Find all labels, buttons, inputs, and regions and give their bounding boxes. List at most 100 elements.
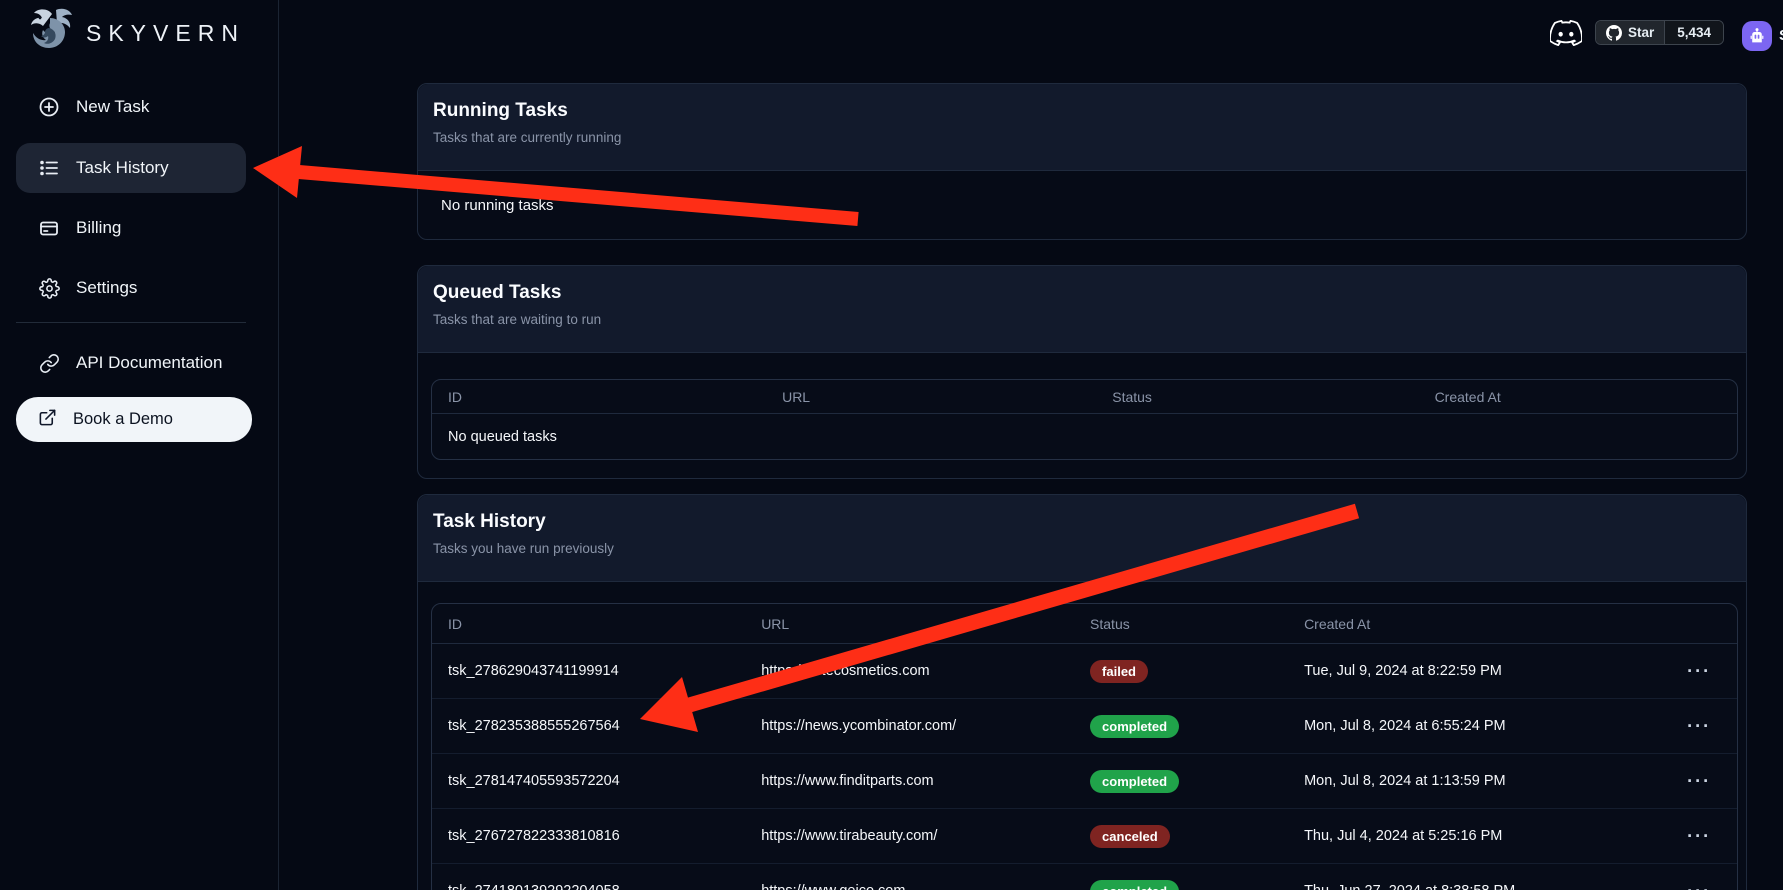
task-url-cell: https://news.ycombinator.com/ (745, 718, 1074, 734)
ellipsis-icon: ··· (1687, 881, 1711, 890)
sidebar-divider (16, 322, 246, 323)
list-icon (38, 157, 60, 179)
status-badge: failed (1090, 660, 1148, 683)
task-history-rows: tsk_278629043741199914 https://tartecosm… (432, 644, 1737, 890)
column-header-url: URL (766, 389, 1096, 405)
task-history-header: Task History Tasks you have run previous… (418, 495, 1746, 582)
status-cell: completed (1074, 880, 1288, 890)
running-tasks-header: Running Tasks Tasks that are currently r… (418, 84, 1746, 171)
task-id-cell: tsk_278147405593572204 (432, 773, 745, 789)
task-url-cell: https://www.geico.com (745, 883, 1074, 890)
queued-tasks-card: Queued Tasks Tasks that are waiting to r… (417, 265, 1747, 479)
sidebar-item-label: New Task (76, 97, 149, 117)
row-actions-button[interactable]: ··· (1661, 661, 1737, 682)
discord-icon[interactable] (1550, 20, 1582, 46)
queued-tasks-header: Queued Tasks Tasks that are waiting to r… (418, 266, 1746, 353)
running-tasks-card: Running Tasks Tasks that are currently r… (417, 83, 1747, 240)
status-cell: canceled (1074, 825, 1288, 848)
column-header-created-at: Created At (1419, 389, 1737, 405)
user-label: S (1779, 27, 1783, 44)
gear-icon (38, 277, 60, 299)
table-row[interactable]: tsk_274180139292204058 https://www.geico… (432, 864, 1737, 890)
column-header-created-at: Created At (1288, 616, 1661, 632)
card-subtitle: Tasks you have run previously (433, 541, 1746, 556)
skyvern-logo[interactable]: SKYVERN (26, 6, 245, 61)
sidebar-item-billing[interactable]: Billing (16, 203, 246, 253)
ellipsis-icon: ··· (1687, 716, 1711, 737)
column-header-status: Status (1074, 616, 1288, 632)
status-badge: completed (1090, 715, 1179, 738)
created-at-cell: Tue, Jul 9, 2024 at 8:22:59 PM (1288, 663, 1661, 679)
task-id-cell: tsk_278235388555267564 (432, 718, 745, 734)
status-badge: completed (1090, 770, 1179, 793)
created-at-cell: Thu, Jun 27, 2024 at 8:38:58 PM (1288, 883, 1661, 890)
status-badge: canceled (1090, 825, 1170, 848)
status-cell: completed (1074, 715, 1288, 738)
user-avatar[interactable] (1742, 21, 1772, 51)
table-row[interactable]: tsk_276727822333810816 https://www.tirab… (432, 809, 1737, 864)
status-cell: failed (1074, 660, 1288, 683)
skyvern-app: SKYVERN New Task Task History (0, 0, 1783, 890)
row-actions-button[interactable]: ··· (1661, 716, 1737, 737)
sidebar-item-new-task[interactable]: New Task (16, 82, 246, 132)
sidebar-item-task-history[interactable]: Task History (16, 143, 246, 193)
task-history-card: Task History Tasks you have run previous… (417, 494, 1747, 890)
task-history-table: ID URL Status Created At tsk_27862904374… (431, 603, 1738, 890)
ellipsis-icon: ··· (1687, 826, 1711, 847)
github-star-segment[interactable]: Star (1596, 21, 1664, 44)
credit-card-icon (38, 217, 60, 239)
row-actions-button[interactable]: ··· (1661, 826, 1737, 847)
table-header-row: ID URL Status Created At (432, 604, 1737, 644)
github-star-button[interactable]: Star 5,434 (1595, 20, 1724, 45)
dragon-logo-icon (26, 6, 74, 61)
robot-avatar-icon (1748, 27, 1766, 45)
task-url-cell: https://www.finditparts.com (745, 773, 1074, 789)
column-header-url: URL (745, 616, 1074, 632)
sidebar-item-api-documentation[interactable]: API Documentation (16, 338, 246, 388)
task-id-cell: tsk_276727822333810816 (432, 828, 745, 844)
sidebar-item-label: Task History (76, 158, 169, 178)
table-row[interactable]: tsk_278147405593572204 https://www.findi… (432, 754, 1737, 809)
task-id-cell: tsk_274180139292204058 (432, 883, 745, 890)
row-actions-button[interactable]: ··· (1661, 881, 1737, 890)
column-header-id: ID (432, 389, 766, 405)
queued-tasks-table: ID URL Status Created At No queued tasks (431, 379, 1738, 460)
link-icon (38, 352, 60, 374)
row-actions-button[interactable]: ··· (1661, 771, 1737, 792)
created-at-cell: Mon, Jul 8, 2024 at 6:55:24 PM (1288, 718, 1661, 734)
plus-circle-icon (38, 96, 60, 118)
sidebar-item-label: Settings (76, 278, 137, 298)
github-star-count[interactable]: 5,434 (1664, 21, 1723, 44)
table-header-row: ID URL Status Created At (432, 380, 1737, 414)
created-at-cell: Mon, Jul 8, 2024 at 1:13:59 PM (1288, 773, 1661, 789)
ellipsis-icon: ··· (1687, 661, 1711, 682)
card-title: Running Tasks (433, 100, 1746, 122)
sidebar-item-label: API Documentation (76, 353, 222, 373)
table-row[interactable]: tsk_278629043741199914 https://tartecosm… (432, 644, 1737, 699)
queued-tasks-empty-text: No queued tasks (432, 414, 1737, 460)
book-a-demo-label: Book a Demo (73, 410, 173, 429)
brand-name: SKYVERN (86, 20, 245, 47)
github-octocat-icon (1606, 25, 1622, 41)
github-star-label: Star (1628, 25, 1654, 40)
created-at-cell: Thu, Jul 4, 2024 at 5:25:16 PM (1288, 828, 1661, 844)
book-a-demo-button[interactable]: Book a Demo (16, 397, 252, 442)
card-subtitle: Tasks that are currently running (433, 130, 1746, 145)
sidebar: SKYVERN New Task Task History (0, 0, 279, 890)
column-header-id: ID (432, 616, 745, 632)
running-tasks-empty-text: No running tasks (418, 171, 1746, 240)
card-title: Queued Tasks (433, 282, 1746, 304)
task-url-cell: https://tartecosmetics.com (745, 663, 1074, 679)
task-id-cell: tsk_278629043741199914 (432, 663, 745, 679)
ellipsis-icon: ··· (1687, 771, 1711, 792)
external-link-icon (38, 408, 57, 432)
task-url-cell: https://www.tirabeauty.com/ (745, 828, 1074, 844)
table-row[interactable]: tsk_278235388555267564 https://news.ycom… (432, 699, 1737, 754)
status-badge: completed (1090, 880, 1179, 890)
sidebar-item-settings[interactable]: Settings (16, 263, 246, 313)
column-header-status: Status (1096, 389, 1418, 405)
sidebar-item-label: Billing (76, 218, 121, 238)
status-cell: completed (1074, 770, 1288, 793)
card-subtitle: Tasks that are waiting to run (433, 312, 1746, 327)
card-title: Task History (433, 511, 1746, 533)
